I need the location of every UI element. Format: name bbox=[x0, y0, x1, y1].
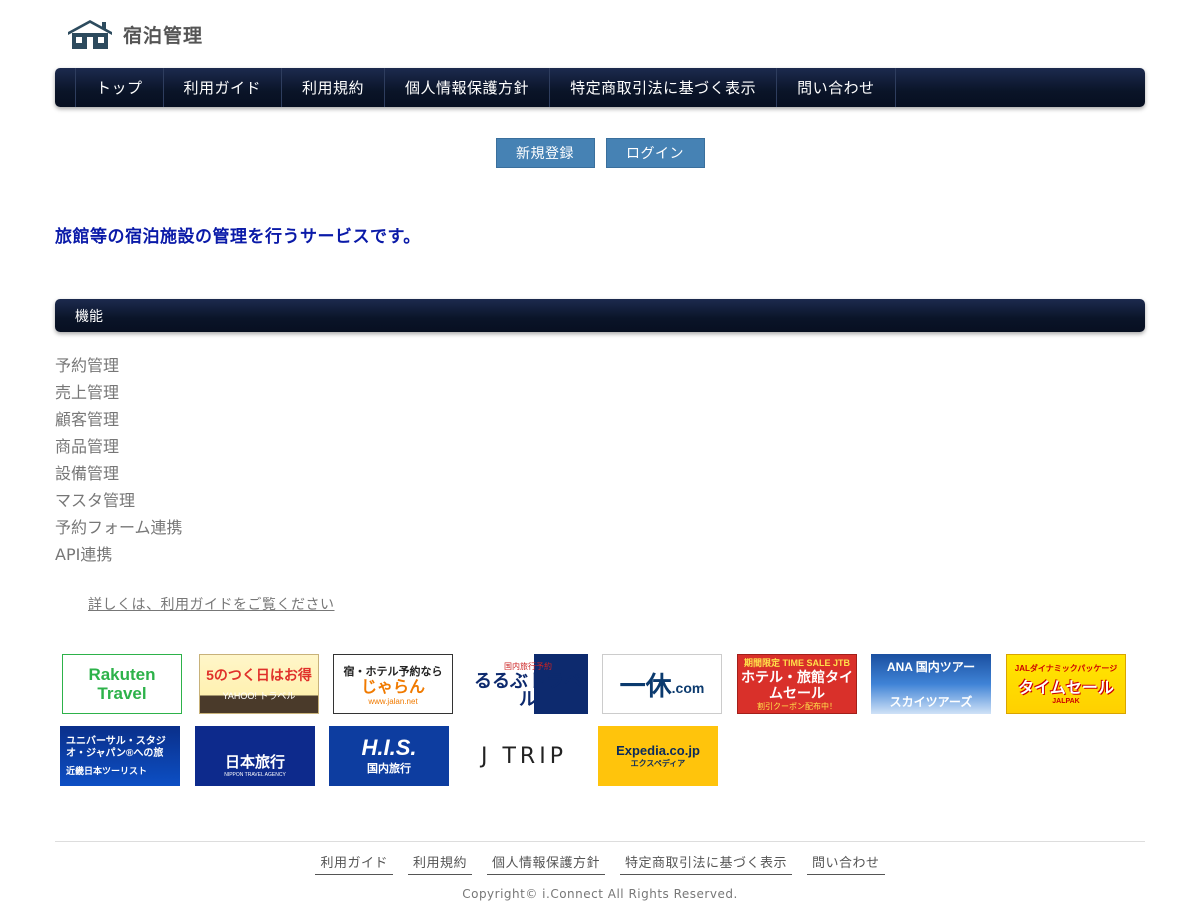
banner-text: J TRIP bbox=[481, 743, 567, 769]
jtrip-banner[interactable]: J TRIP bbox=[464, 726, 584, 786]
site-title: 宿泊管理 bbox=[123, 24, 204, 47]
auth-buttons: 新規登録 ログイン bbox=[0, 138, 1200, 168]
copyright: Copyright© i.Connect All Rights Reserved… bbox=[462, 887, 738, 901]
nippon-travel-banner[interactable]: 日本旅行 NIPPON TRAVEL AGENCY bbox=[195, 726, 315, 786]
features-heading: 機能 bbox=[55, 299, 1145, 332]
feature-item: API連携 bbox=[55, 545, 113, 564]
site-header: 宿泊管理 bbox=[66, 18, 203, 50]
banner-text: 国内旅行予約 bbox=[504, 661, 552, 671]
banner-text: Rakuten bbox=[88, 665, 156, 684]
main-nav: トップ 利用ガイド 利用規約 個人情報保護方針 特定商取引法に基づく表示 問い合… bbox=[55, 68, 1145, 107]
jal-dynamic-package-banner[interactable]: JALダイナミックパッケージ タイムセール JALPAK bbox=[1006, 654, 1126, 714]
banner-text: JALダイナミックパッケージ bbox=[1014, 664, 1118, 673]
banner-text: タイムセール bbox=[1018, 680, 1114, 697]
nav-item-contact[interactable]: 問い合わせ bbox=[777, 68, 896, 107]
banner-text: 割引クーポン配布中！ bbox=[757, 702, 837, 711]
banner-text: 期間限定 TIME SALE JTB bbox=[743, 658, 850, 668]
banner-text: .com bbox=[671, 680, 705, 696]
banner-text: JALPAK bbox=[1052, 698, 1080, 705]
footer-nav: 利用ガイド 利用規約 個人情報保護方針 特定商取引法に基づく表示 問い合わせ bbox=[0, 852, 1200, 875]
login-button[interactable]: ログイン bbox=[605, 138, 705, 168]
banner-text: H.I.S. bbox=[361, 735, 417, 760]
banner-text: ホテル・旅館タイムセール bbox=[741, 669, 853, 701]
ikyu-banner[interactable]: 一休 .com bbox=[602, 654, 722, 714]
house-logo-icon bbox=[68, 20, 112, 49]
banner-text: 一休 bbox=[619, 670, 672, 701]
ana-skytours-banner[interactable]: ANA 国内ツアー スカイツアーズ bbox=[871, 654, 991, 714]
banner-text: www.jalan.net bbox=[368, 696, 418, 706]
feature-item: 予約フォーム連携 bbox=[55, 518, 183, 537]
footer-link-privacy[interactable]: 個人情報保護方針 bbox=[486, 852, 605, 875]
his-banner[interactable]: H.I.S. 国内旅行 bbox=[329, 726, 449, 786]
banner-text: 5のつく日はお得 bbox=[206, 666, 312, 683]
banner-text: 近畿日本ツーリスト bbox=[66, 765, 148, 776]
features-list: 予約管理 売上管理 顧客管理 商品管理 設備管理 マスタ管理 予約フォーム連携 … bbox=[55, 354, 183, 570]
nav-item-top[interactable]: トップ bbox=[76, 68, 164, 107]
nav-item-privacy[interactable]: 個人情報保護方針 bbox=[385, 68, 551, 107]
feature-item: 顧客管理 bbox=[55, 410, 120, 429]
nav-spacer bbox=[55, 68, 76, 107]
banner-text: 日本旅行 bbox=[224, 753, 285, 771]
footer-link-guide[interactable]: 利用ガイド bbox=[315, 852, 393, 875]
nav-item-terms[interactable]: 利用規約 bbox=[282, 68, 386, 107]
guide-link[interactable]: 詳しくは、利用ガイドをご覧ください bbox=[88, 594, 335, 614]
feature-item: 商品管理 bbox=[55, 437, 120, 456]
banner-text: じゃらん bbox=[360, 678, 425, 696]
footer-divider bbox=[55, 841, 1145, 842]
banner-text: 国内旅行 bbox=[367, 763, 411, 775]
banner-text: ANA 国内ツアー bbox=[886, 660, 976, 674]
expedia-banner[interactable]: Expedia.co.jp エクスペディア bbox=[598, 726, 718, 786]
rakuten-travel-banner[interactable]: Rakuten Travel bbox=[62, 654, 182, 714]
rurubu-travel-banner[interactable]: 国内旅行予約 るるぶトラベル bbox=[468, 654, 588, 714]
usj-knt-banner[interactable]: ユニバーサル・スタジオ・ジャパン®への旅 近畿日本ツーリスト bbox=[60, 726, 180, 786]
jtb-timesale-banner[interactable]: 期間限定 TIME SALE JTB ホテル・旅館タイムセール 割引クーポン配布… bbox=[737, 654, 857, 714]
nav-item-commerce-law[interactable]: 特定商取引法に基づく表示 bbox=[550, 68, 778, 107]
feature-item: 予約管理 bbox=[55, 356, 120, 375]
service-tagline: 旅館等の宿泊施設の管理を行うサービスです。 bbox=[55, 227, 421, 247]
footer-link-commerce-law[interactable]: 特定商取引法に基づく表示 bbox=[620, 852, 793, 875]
yahoo-travel-banner[interactable]: 5のつく日はお得 YAHOO! トラベル bbox=[199, 654, 319, 714]
banner-text: エクスペディア bbox=[630, 759, 686, 768]
banner-text: るるぶトラベル bbox=[474, 670, 582, 709]
register-button[interactable]: 新規登録 bbox=[495, 138, 595, 168]
feature-item: マスタ管理 bbox=[55, 491, 136, 510]
footer-link-contact[interactable]: 問い合わせ bbox=[807, 852, 885, 875]
banner-text: 宿・ホテル予約なら bbox=[343, 665, 443, 678]
nav-item-guide[interactable]: 利用ガイド bbox=[164, 68, 283, 107]
feature-item: 設備管理 bbox=[55, 464, 120, 483]
banner-text: スカイツアーズ bbox=[889, 695, 973, 709]
banner-text: Travel bbox=[97, 684, 147, 703]
banner-text: ユニバーサル・スタジオ・ジャパン®への旅 bbox=[66, 735, 166, 759]
banner-text: YAHOO! トラベル bbox=[222, 690, 296, 701]
jalan-banner[interactable]: 宿・ホテル予約なら じゃらん www.jalan.net bbox=[333, 654, 453, 714]
footer-link-terms[interactable]: 利用規約 bbox=[407, 852, 472, 875]
banner-text: Expedia.co.jp bbox=[616, 743, 700, 758]
feature-item: 売上管理 bbox=[55, 383, 120, 402]
banner-text: NIPPON TRAVEL AGENCY bbox=[224, 771, 286, 778]
